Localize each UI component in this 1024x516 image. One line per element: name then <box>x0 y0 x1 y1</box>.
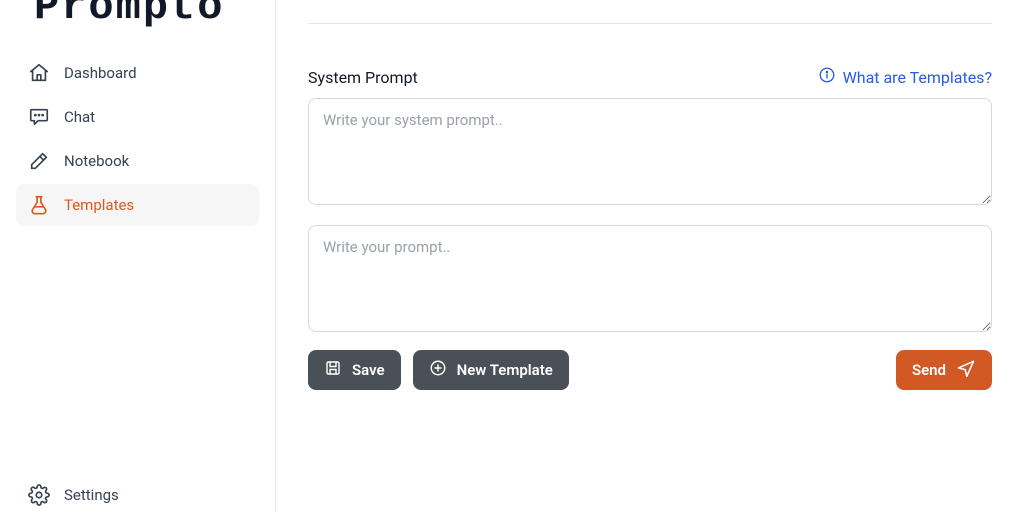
chat-icon <box>28 106 50 128</box>
system-prompt-label: System Prompt <box>308 68 418 87</box>
sidebar-item-label: Settings <box>64 486 119 504</box>
home-icon <box>28 62 50 84</box>
info-icon <box>818 66 836 88</box>
main-content: System Prompt What are Templates? <box>276 0 1024 512</box>
send-button-label: Send <box>912 361 946 379</box>
send-icon <box>956 358 976 382</box>
action-bar: Save New Template Send <box>308 350 992 390</box>
sidebar-item-notebook[interactable]: Notebook <box>16 140 259 182</box>
new-template-button-label: New Template <box>457 361 553 379</box>
sidebar-item-label: Templates <box>64 196 134 214</box>
sidebar-item-settings[interactable]: Settings <box>16 474 259 516</box>
sidebar-item-chat[interactable]: Chat <box>16 96 259 138</box>
new-template-button[interactable]: New Template <box>413 350 569 390</box>
sidebar: Prompto Dashboard Chat <box>0 0 276 512</box>
system-prompt-input[interactable] <box>308 98 992 205</box>
sidebar-item-templates[interactable]: Templates <box>16 184 259 226</box>
sidebar-item-label: Notebook <box>64 152 129 170</box>
save-icon <box>324 359 342 381</box>
sidebar-item-dashboard[interactable]: Dashboard <box>16 52 259 94</box>
plus-circle-icon <box>429 359 447 381</box>
header-divider <box>308 23 992 24</box>
flask-icon <box>28 194 50 216</box>
save-button-label: Save <box>352 361 385 379</box>
prompt-input[interactable] <box>308 225 992 332</box>
sidebar-nav: Dashboard Chat Notebook <box>0 34 275 226</box>
pencil-icon <box>28 150 50 172</box>
send-button[interactable]: Send <box>896 350 992 390</box>
sidebar-item-label: Chat <box>64 108 95 126</box>
help-link-text: What are Templates? <box>843 68 992 87</box>
brand-logo: Prompto <box>0 0 275 34</box>
save-button[interactable]: Save <box>308 350 401 390</box>
gear-icon <box>28 484 50 506</box>
templates-help-link[interactable]: What are Templates? <box>818 66 992 88</box>
sidebar-item-label: Dashboard <box>64 64 137 82</box>
